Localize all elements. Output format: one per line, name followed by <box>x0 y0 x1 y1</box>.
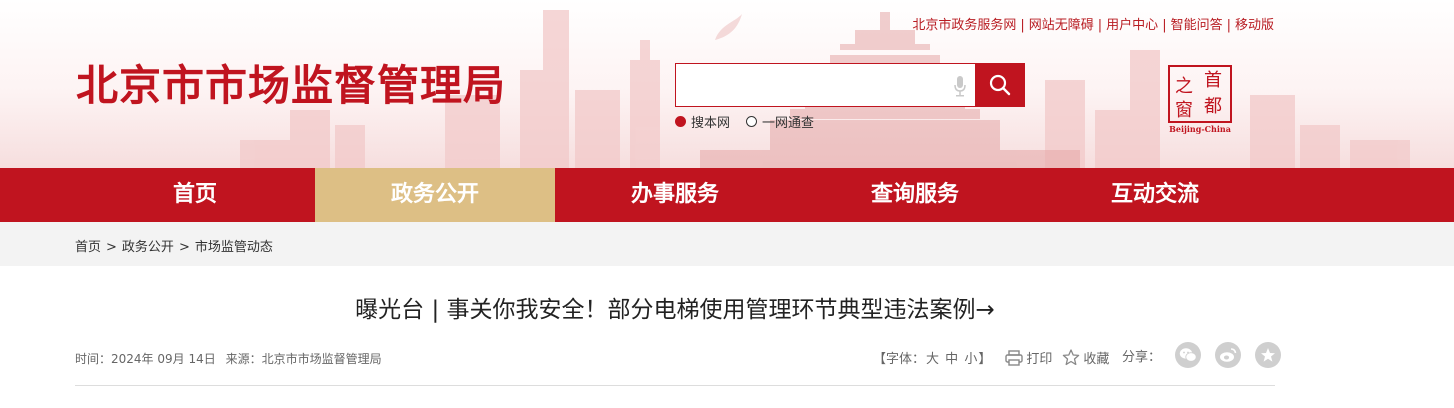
scope-label: 一网通查 <box>762 116 815 131</box>
radio-unselected[interactable] <box>746 116 758 127</box>
font-size-control: 【字体：大 中 小】 <box>873 348 991 367</box>
svg-text:Beijing-China: Beijing-China <box>1169 124 1231 134</box>
search-input[interactable] <box>676 64 936 106</box>
breadcrumb-market-news[interactable]: 市场监管动态 <box>195 240 273 255</box>
font-size-prefix: 【字体： <box>873 352 926 367</box>
radio-selected[interactable] <box>675 116 686 127</box>
breadcrumb-home[interactable]: 首页 <box>75 240 101 255</box>
svg-text:窗: 窗 <box>1175 100 1193 121</box>
star-icon <box>1063 349 1080 366</box>
font-size-large[interactable]: 大 <box>926 352 939 367</box>
article-title: 曝光台 | 事关你我安全！部分电梯使用管理环节典型违法案例→ <box>355 297 995 323</box>
scope-option-one-network[interactable]: 一网通查 <box>746 112 814 131</box>
breadcrumb-separator: > <box>178 240 190 255</box>
favorite-button[interactable]: 收藏 <box>1062 348 1109 367</box>
top-link-mobile[interactable]: 移动版 <box>1235 18 1274 33</box>
capital-window-logo[interactable]: 之 首 窗 都 Beijing-China <box>1166 64 1234 134</box>
search-icon <box>989 74 1011 96</box>
scope-label: 搜本网 <box>691 116 731 131</box>
top-link-user-center[interactable]: 用户中心 <box>1106 18 1158 33</box>
share-label: 分享： <box>1122 349 1162 365</box>
top-links: 北京市政务服务网 | 网站无障碍 | 用户中心 | 智能问答 | 移动版 <box>912 14 1274 33</box>
share-weibo-button[interactable] <box>1215 342 1242 368</box>
article-source: 北京市市场监督管理局 <box>261 352 382 366</box>
svg-text:之: 之 <box>1175 76 1193 97</box>
print-button[interactable]: 打印 <box>1005 348 1052 367</box>
font-size-small[interactable]: 小 <box>964 352 977 367</box>
breadcrumb-bar: 首页 > 政务公开 > 市场监管动态 <box>0 222 1454 266</box>
weibo-icon <box>1220 348 1237 362</box>
nav-item-gov-affairs[interactable]: 政务公开 <box>315 168 555 222</box>
print-label: 打印 <box>1026 352 1053 367</box>
print-icon <box>1005 349 1024 366</box>
share-bar: 分享： <box>1122 342 1295 368</box>
publish-date: 2024年 09月 14日 <box>111 352 216 366</box>
nav-item-interaction[interactable]: 互动交流 <box>1035 168 1275 222</box>
wechat-icon <box>1179 348 1197 362</box>
breadcrumb: 首页 > 政务公开 > 市场监管动态 <box>75 236 273 255</box>
share-qzone-button[interactable] <box>1255 342 1282 368</box>
top-link-smart-qa[interactable]: 智能问答 <box>1171 18 1223 33</box>
site-header: 北京市市场监督管理局 北京市政务服务网 | 网站无障碍 | 用户中心 | 智能问答 | 移动版 … <box>0 0 1454 168</box>
search-button[interactable] <box>975 63 1025 107</box>
top-link-gov-service[interactable]: 北京市政务服务网 <box>912 18 1016 33</box>
site-title[interactable]: 北京市市场监督管理局 <box>76 52 506 113</box>
font-size-suffix: 】 <box>978 352 992 367</box>
source-label: 来源： <box>225 352 262 366</box>
nav-item-query[interactable]: 查询服务 <box>795 168 1035 222</box>
breadcrumb-separator: > <box>106 240 117 255</box>
qzone-icon <box>1261 348 1276 362</box>
main-nav: 首页 政务公开 办事服务 查询服务 互动交流 <box>0 168 1454 222</box>
microphone-icon[interactable] <box>953 75 967 97</box>
breadcrumb-gov-affairs[interactable]: 政务公开 <box>122 240 174 255</box>
svg-text:首: 首 <box>1204 70 1222 91</box>
font-size-medium[interactable]: 中 <box>945 352 958 367</box>
svg-text:都: 都 <box>1204 96 1222 117</box>
nav-item-home[interactable]: 首页 <box>75 168 315 222</box>
article-tools: 【字体：大 中 小】 打印 收藏 <box>873 348 1119 367</box>
top-link-separator: | <box>1097 18 1103 33</box>
content-divider <box>75 385 1275 386</box>
search-scope: 搜本网 一网通查 <box>675 112 830 131</box>
scope-option-this-site[interactable]: 搜本网 <box>675 112 730 131</box>
top-link-accessibility[interactable]: 网站无障碍 <box>1029 18 1094 33</box>
nav-item-services[interactable]: 办事服务 <box>555 168 795 222</box>
search-box <box>675 63 976 107</box>
top-link-separator: | <box>1226 18 1231 33</box>
time-label: 时间： <box>75 352 112 366</box>
article-meta: 时间：2024年 09月 14日 来源：北京市市场监督管理局 <box>75 350 388 367</box>
favorite-label: 收藏 <box>1083 352 1110 367</box>
top-link-separator: | <box>1020 18 1025 33</box>
share-wechat-button[interactable] <box>1175 342 1202 368</box>
top-link-separator: | <box>1162 18 1167 33</box>
